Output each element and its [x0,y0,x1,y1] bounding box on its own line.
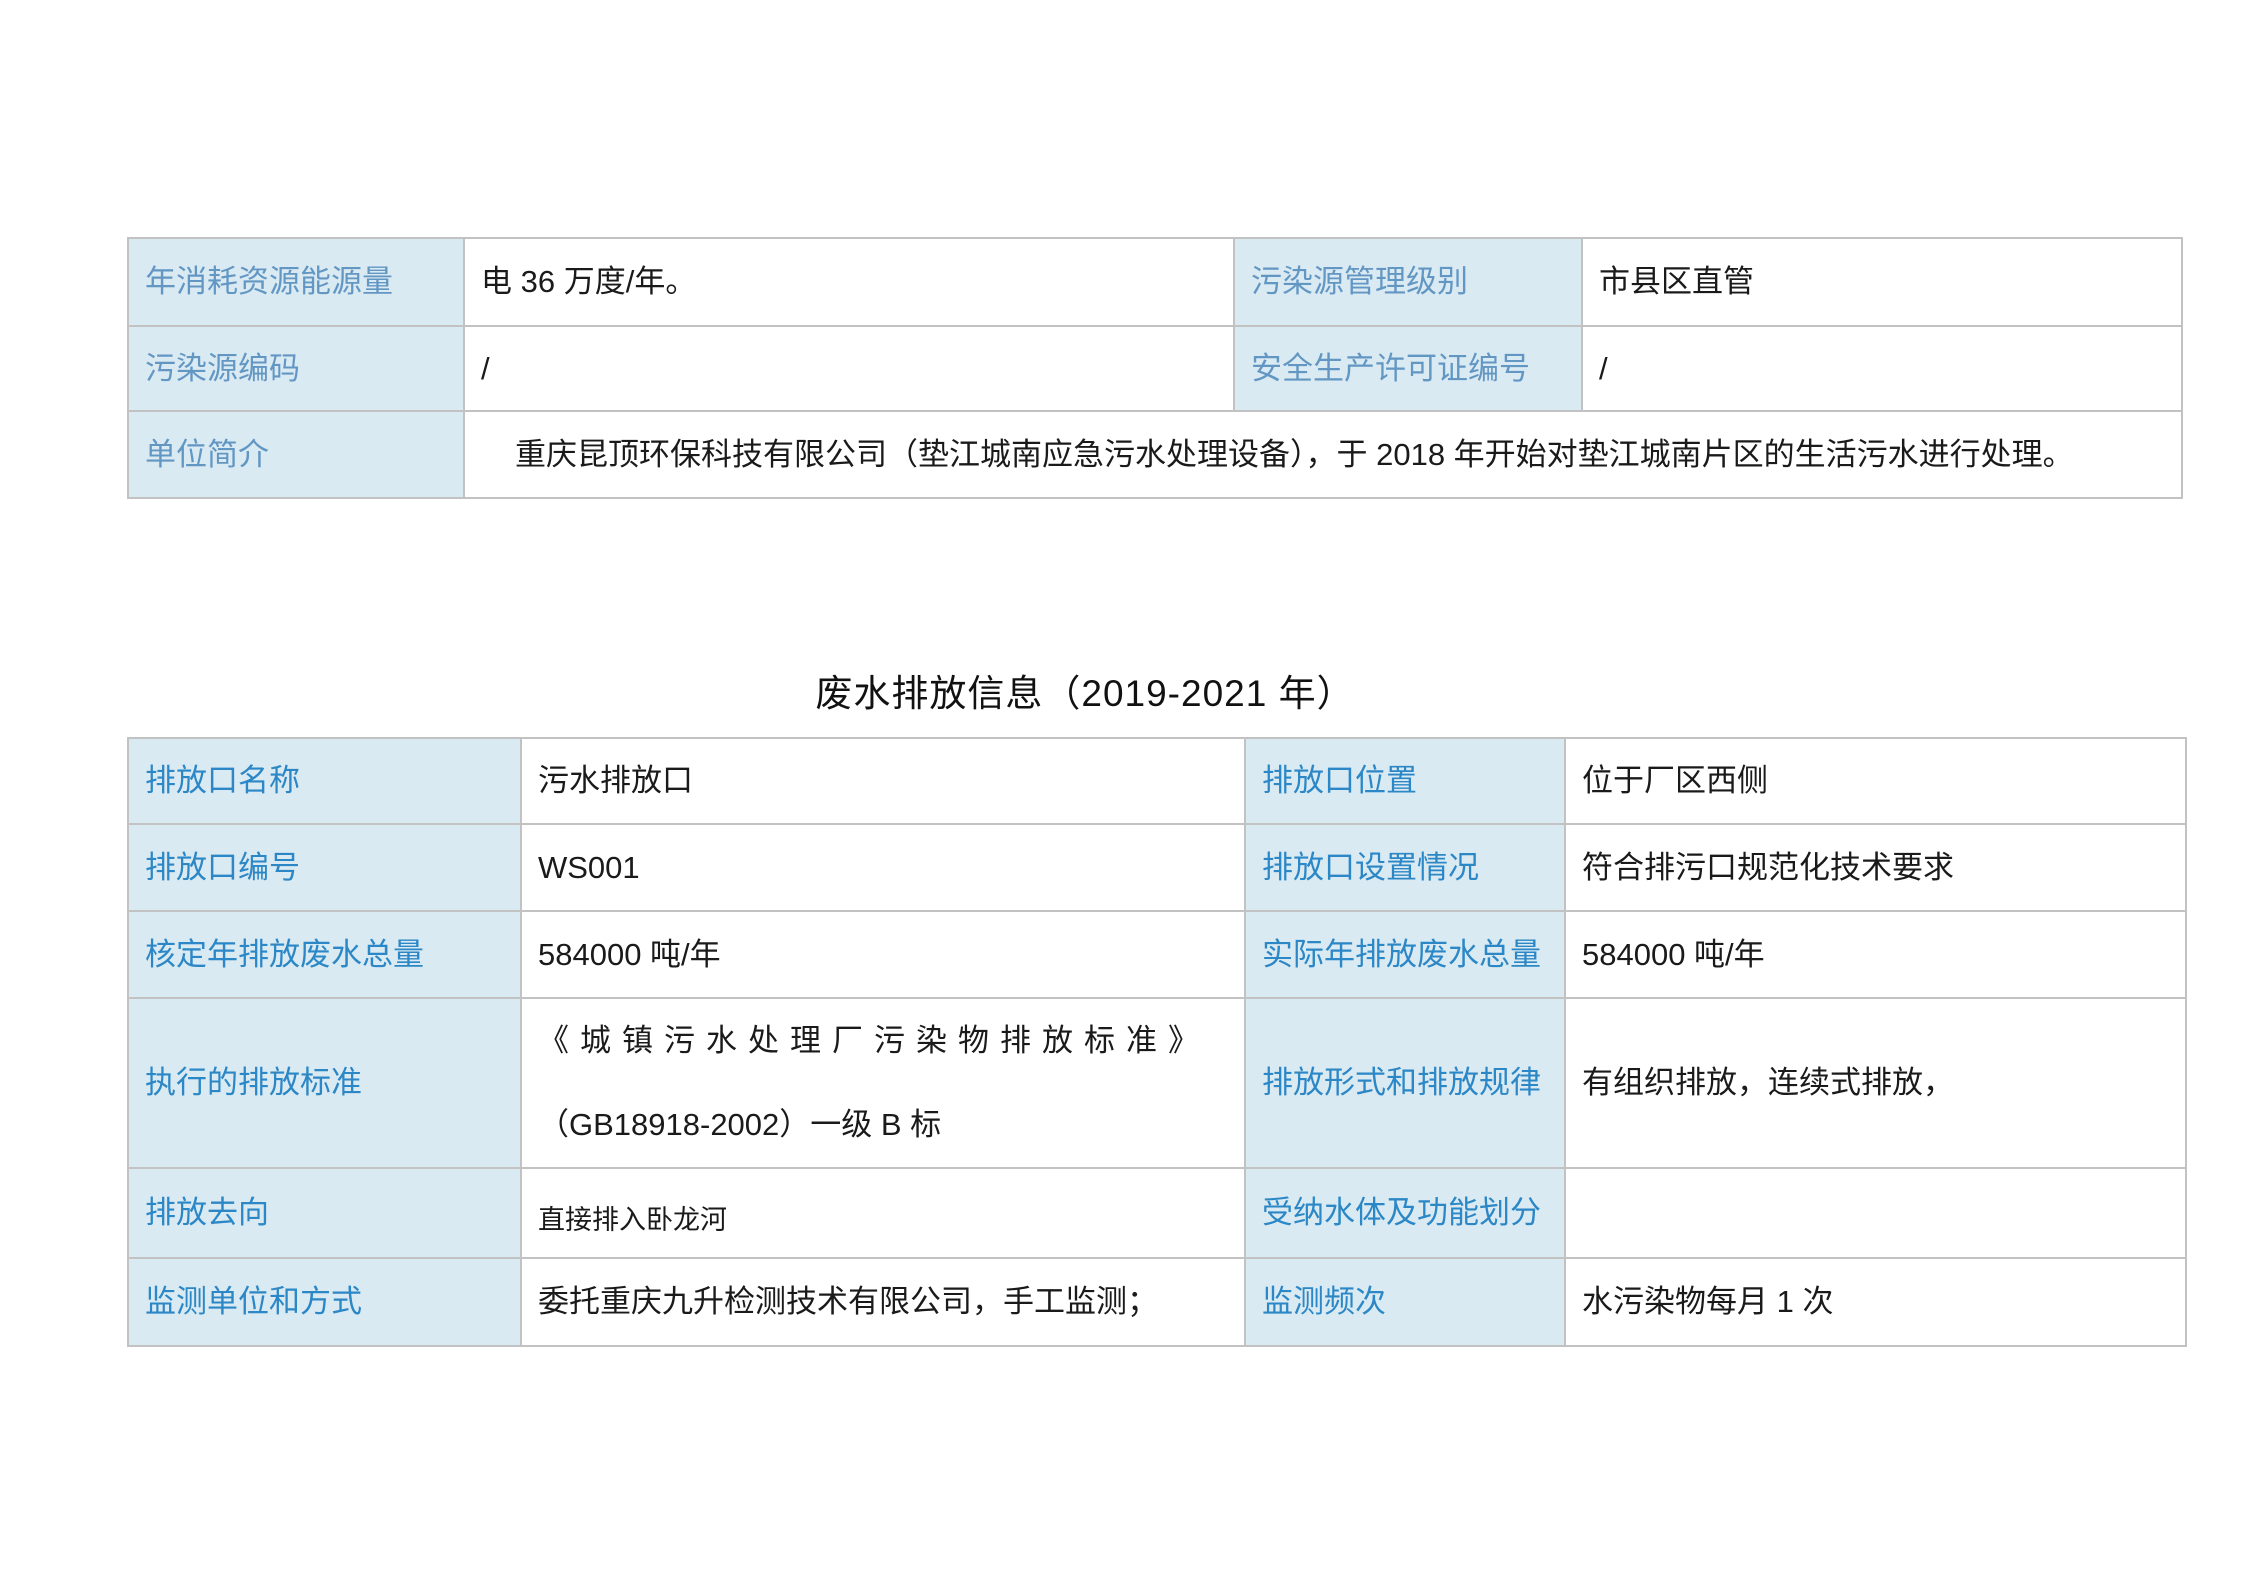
label-outlet-number: 排放口编号 [128,824,521,911]
table-row: 污染源编码 / 安全生产许可证编号 / [128,326,2182,411]
value-monitoring-frequency: 水污染物每月 1 次 [1565,1258,2186,1346]
value-pollution-source-management-level: 市县区直管 [1582,238,2182,326]
label-pollution-source-code: 污染源编码 [128,326,464,411]
label-actual-annual-wastewater-total: 实际年排放废水总量 [1245,911,1565,998]
label-discharge-form-and-pattern: 排放形式和排放规律 [1245,998,1565,1168]
table-row: 年消耗资源能源量 电 36 万度/年。 污染源管理级别 市县区直管 [128,238,2182,326]
label-pollution-source-management-level: 污染源管理级别 [1234,238,1582,326]
value-monitoring-unit-and-method: 委托重庆九升检测技术有限公司，手工监测； [521,1258,1245,1346]
value-outlet-number: WS001 [521,824,1245,911]
wastewater-discharge-section-title: 废水排放信息（2019-2021 年） [0,663,2170,717]
value-outlet-location: 位于厂区西侧 [1565,738,2186,824]
table-row: 核定年排放废水总量 584000 吨/年 实际年排放废水总量 584000 吨/… [128,911,2186,998]
value-actual-annual-wastewater-total: 584000 吨/年 [1565,911,2186,998]
table-row: 排放口编号 WS001 排放口设置情况 符合排污口规范化技术要求 [128,824,2186,911]
value-unit-introduction: 重庆昆顶环保科技有限公司（垫江城南应急污水处理设备），于 2018 年开始对垫江… [464,411,2182,498]
wastewater-discharge-table: 排放口名称 污水排放口 排放口位置 位于厂区西侧 排放口编号 WS001 排放口… [127,737,2187,1347]
label-unit-introduction: 单位简介 [128,411,464,498]
unit-info-table: 年消耗资源能源量 电 36 万度/年。 污染源管理级别 市县区直管 污染源编码 … [127,237,2183,499]
label-outlet-name: 排放口名称 [128,738,521,824]
table-row: 排放去向 直接排入卧龙河 受纳水体及功能划分 [128,1168,2186,1258]
value-discharge-form-and-pattern: 有组织排放，连续式排放， [1565,998,2186,1168]
label-outlet-setup-status: 排放口设置情况 [1245,824,1565,911]
value-discharge-standard: 《城镇污水处理厂污染物排放标准》 （GB18918-2002）一级 B 标 [521,998,1245,1168]
table-row: 监测单位和方式 委托重庆九升检测技术有限公司，手工监测； 监测频次 水污染物每月… [128,1258,2186,1346]
table-row: 排放口名称 污水排放口 排放口位置 位于厂区西侧 [128,738,2186,824]
value-safety-production-license-number: / [1582,326,2182,411]
label-safety-production-license-number: 安全生产许可证编号 [1234,326,1582,411]
table-row: 执行的排放标准 《城镇污水处理厂污染物排放标准》 （GB18918-2002）一… [128,998,2186,1168]
label-monitoring-frequency: 监测频次 [1245,1258,1565,1346]
value-approved-annual-wastewater-total: 584000 吨/年 [521,911,1245,998]
document-page: { "colors": { "label_bg": "#daeaf3", "la… [0,0,2245,1587]
discharge-standard-code: （GB18918-2002）一级 B 标 [538,1104,1234,1146]
value-discharge-destination: 直接排入卧龙河 [521,1168,1245,1258]
label-discharge-standard: 执行的排放标准 [128,998,521,1168]
label-annual-resource-energy-consumption: 年消耗资源能源量 [128,238,464,326]
label-outlet-location: 排放口位置 [1245,738,1565,824]
value-annual-resource-energy-consumption: 电 36 万度/年。 [464,238,1234,326]
value-pollution-source-code: / [464,326,1234,411]
label-approved-annual-wastewater-total: 核定年排放废水总量 [128,911,521,998]
label-discharge-destination: 排放去向 [128,1168,521,1258]
label-monitoring-unit-and-method: 监测单位和方式 [128,1258,521,1346]
label-receiving-water-body-and-function: 受纳水体及功能划分 [1245,1168,1565,1258]
value-outlet-setup-status: 符合排污口规范化技术要求 [1565,824,2186,911]
value-receiving-water-body-and-function [1565,1168,2186,1258]
value-outlet-name: 污水排放口 [521,738,1245,824]
table-row: 单位简介 重庆昆顶环保科技有限公司（垫江城南应急污水处理设备），于 2018 年… [128,411,2182,498]
discharge-standard-name: 《城镇污水处理厂污染物排放标准》 [538,1020,1234,1062]
